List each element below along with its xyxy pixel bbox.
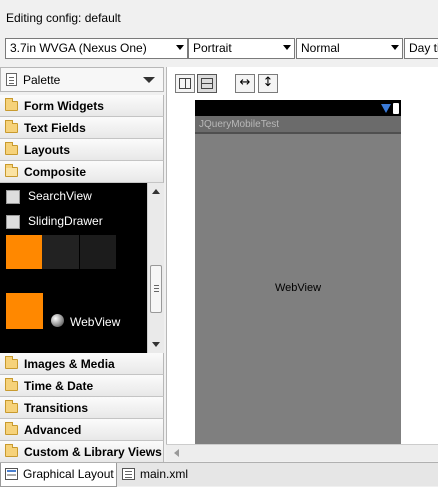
folder-icon	[5, 142, 18, 155]
toggle-side-by-side-button[interactable]	[175, 74, 195, 93]
search-icon	[6, 190, 20, 204]
category-label: Custom & Library Views	[24, 445, 162, 459]
scroll-left-icon[interactable]	[174, 449, 179, 457]
scrollbar-thumb[interactable]	[150, 265, 162, 313]
fill-height-icon: ↕	[262, 75, 274, 90]
category-transitions[interactable]: Transitions	[0, 397, 164, 419]
battery-icon	[393, 103, 399, 114]
palette-icon	[6, 73, 17, 86]
mode-dropdown-value: Normal	[301, 41, 340, 55]
category-custom-library-views[interactable]: Custom & Library Views	[0, 441, 164, 463]
editor-tabs: Graphical Layout main.xml	[0, 462, 438, 487]
split-vertical-icon	[179, 78, 191, 89]
globe-icon	[51, 314, 64, 327]
webview-widget-label[interactable]: WebView	[195, 282, 401, 294]
folder-icon	[5, 444, 18, 457]
category-label: Advanced	[24, 423, 82, 437]
device-dropdown-value: 3.7in WVGA (Nexus One)	[10, 41, 147, 55]
category-label: Composite	[24, 165, 87, 179]
category-form-widgets[interactable]: Form Widgets	[0, 95, 164, 117]
category-composite[interactable]: Composite	[0, 161, 164, 183]
category-label: Images & Media	[24, 357, 115, 371]
config-label-text: Editing config:	[6, 11, 82, 25]
category-text-fields[interactable]: Text Fields	[0, 117, 164, 139]
orientation-dropdown[interactable]: Portrait	[188, 38, 295, 59]
tab-main-xml[interactable]: main.xml	[118, 463, 198, 487]
mode-dropdown[interactable]: Normal	[296, 38, 403, 59]
toggle-fill-width-button[interactable]: ↔	[235, 74, 255, 93]
category-label: Text Fields	[24, 121, 86, 135]
category-layouts[interactable]: Layouts	[0, 139, 164, 161]
category-advanced[interactable]: Advanced	[0, 419, 164, 441]
device-dropdown[interactable]: 3.7in WVGA (Nexus One)	[5, 38, 188, 59]
palette-title: Palette	[23, 73, 61, 87]
folder-icon	[5, 120, 18, 133]
canvas-horizontal-scrollbar[interactable]	[166, 444, 438, 461]
xml-file-icon	[122, 468, 135, 480]
chevron-down-icon	[176, 45, 184, 50]
category-time-date[interactable]: Time & Date	[0, 375, 164, 397]
chevron-down-icon	[391, 45, 399, 50]
folder-icon	[5, 422, 18, 435]
tab-label: main.xml	[140, 467, 189, 481]
folder-icon	[5, 98, 18, 111]
tab-label: Graphical Layout	[23, 467, 114, 481]
time-dropdown[interactable]: Day ti	[404, 38, 438, 59]
category-images-media[interactable]: Images & Media	[0, 353, 164, 375]
palette-item-label: WebView	[70, 315, 121, 329]
palette-header: Palette	[0, 67, 164, 92]
palette-scrollbar[interactable]	[147, 183, 164, 353]
palette-menu-icon[interactable]	[143, 77, 155, 83]
split-horizontal-icon	[201, 78, 213, 89]
tabhost-preview-tab	[42, 235, 79, 269]
config-value: default	[84, 11, 121, 25]
scroll-down-icon[interactable]	[152, 342, 160, 347]
open-folder-icon	[5, 164, 18, 177]
tabhost-preview-tab	[80, 235, 116, 269]
folder-icon	[5, 356, 18, 369]
toggle-fill-height-button[interactable]: ↕	[258, 74, 278, 93]
chevron-down-icon	[283, 45, 291, 50]
folder-icon	[5, 378, 18, 391]
folder-icon	[5, 400, 18, 413]
category-label: Transitions	[24, 401, 89, 415]
category-label: Layouts	[24, 143, 71, 157]
config-label: Editing config: default	[6, 11, 121, 25]
webview-preview-orange[interactable]	[6, 293, 43, 329]
palette-item-label: SlidingDrawer	[28, 214, 103, 228]
palette-item-label: SearchView	[28, 189, 92, 203]
app-title: JQueryMobileTest	[199, 119, 280, 130]
category-label: Time & Date	[24, 379, 94, 393]
fill-width-icon: ↔	[239, 75, 251, 90]
toggle-stacked-button[interactable]	[197, 74, 217, 93]
signal-icon	[381, 104, 391, 113]
category-label: Form Widgets	[24, 99, 104, 113]
app-title-bar: JQueryMobileTest	[195, 116, 401, 134]
tab-graphical-layout[interactable]: Graphical Layout	[0, 463, 117, 487]
scroll-up-icon[interactable]	[152, 189, 160, 194]
device-screen[interactable]: JQueryMobileTest WebView	[195, 100, 401, 445]
orientation-dropdown-value: Portrait	[193, 41, 232, 55]
tabhost-preview-orange[interactable]	[6, 235, 42, 269]
sliding-drawer-icon	[6, 215, 20, 229]
composite-panel: SearchView SlidingDrawer WebView	[0, 183, 147, 353]
layout-icon	[5, 468, 18, 480]
time-dropdown-value: Day ti	[409, 41, 438, 55]
status-bar	[195, 100, 401, 116]
